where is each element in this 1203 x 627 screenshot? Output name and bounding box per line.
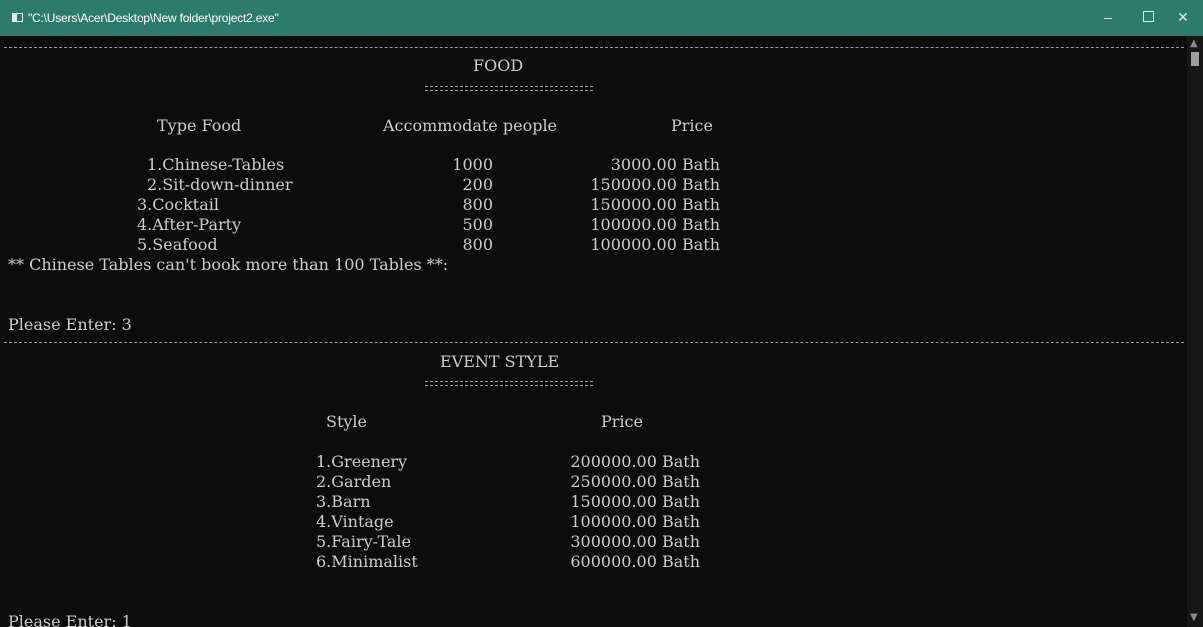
event-row-price: 150000.00 Bath [570, 492, 700, 511]
close-icon: ✕ [1177, 9, 1189, 25]
separator-line [4, 47, 1184, 48]
vertical-scrollbar[interactable]: ▲ ▼ [1187, 36, 1203, 627]
food-row-name: 3.Cocktail [137, 195, 219, 214]
food-header-price: Price [671, 116, 713, 135]
event-row-price: 250000.00 Bath [570, 472, 700, 491]
scroll-down-icon[interactable]: ▼ [1190, 612, 1198, 623]
food-heading: FOOD [473, 56, 524, 75]
separator-line [4, 342, 1184, 343]
food-row-people: 500 [462, 215, 493, 234]
console-output[interactable]: FOOD Type Food Accommodate people Price … [0, 36, 1187, 627]
food-row-people: 800 [462, 195, 493, 214]
event-row-price: 100000.00 Bath [570, 512, 700, 531]
title-bar[interactable]: "C:\Users\Acer\Desktop\New folder\projec… [0, 0, 1203, 36]
window-title: "C:\Users\Acer\Desktop\New folder\projec… [28, 11, 279, 25]
food-row-name: 2.Sit-down-dinner [147, 175, 293, 194]
food-row-people: 800 [462, 235, 493, 254]
food-row-people: 200 [462, 175, 493, 194]
heading-underline [425, 381, 593, 386]
event-header-price: Price [601, 412, 643, 431]
food-header-accommodate: Accommodate people [383, 116, 558, 135]
food-row-price: 100000.00 Bath [590, 215, 720, 234]
maximize-button[interactable] [1128, 0, 1168, 36]
event-row-price: 600000.00 Bath [570, 552, 700, 571]
minimize-icon: – [1104, 9, 1112, 25]
close-button[interactable]: ✕ [1163, 0, 1203, 36]
event-prompt: Please Enter: 1 [8, 612, 132, 627]
event-header-style: Style [326, 412, 368, 431]
food-row-price: 100000.00 Bath [590, 235, 720, 254]
food-prompt: Please Enter: 3 [8, 315, 132, 334]
food-row-name: 5.Seafood [137, 235, 218, 254]
food-header-type: Type Food [157, 116, 242, 135]
event-row-price: 200000.00 Bath [570, 452, 700, 471]
food-note: ** Chinese Tables can't book more than 1… [8, 255, 449, 274]
food-row-price: 150000.00 Bath [590, 195, 720, 214]
minimize-button[interactable]: – [1088, 0, 1128, 36]
event-heading: EVENT STYLE [440, 352, 560, 371]
event-row-name: 5.Fairy-Tale [316, 532, 412, 551]
heading-underline [425, 86, 593, 91]
event-row-name: 4.Vintage [316, 512, 394, 531]
event-row-name: 3.Barn [316, 492, 371, 511]
food-row-price: 150000.00 Bath [590, 175, 720, 194]
food-row-price: 3000.00 Bath [610, 155, 720, 174]
event-row-name: 6.Minimalist [316, 552, 418, 571]
maximize-icon [1142, 11, 1154, 23]
scrollbar-thumb[interactable] [1191, 52, 1199, 66]
console-window-icon [12, 13, 23, 22]
food-row-name: 1.Chinese-Tables [147, 155, 285, 174]
event-row-name: 1.Greenery [316, 452, 408, 471]
food-row-people: 1000 [452, 155, 493, 174]
scroll-up-icon[interactable]: ▲ [1190, 38, 1198, 49]
food-row-name: 4.After-Party [137, 215, 242, 234]
event-row-name: 2.Garden [316, 472, 392, 491]
event-row-price: 300000.00 Bath [570, 532, 700, 551]
console-window: "C:\Users\Acer\Desktop\New folder\projec… [0, 0, 1203, 627]
